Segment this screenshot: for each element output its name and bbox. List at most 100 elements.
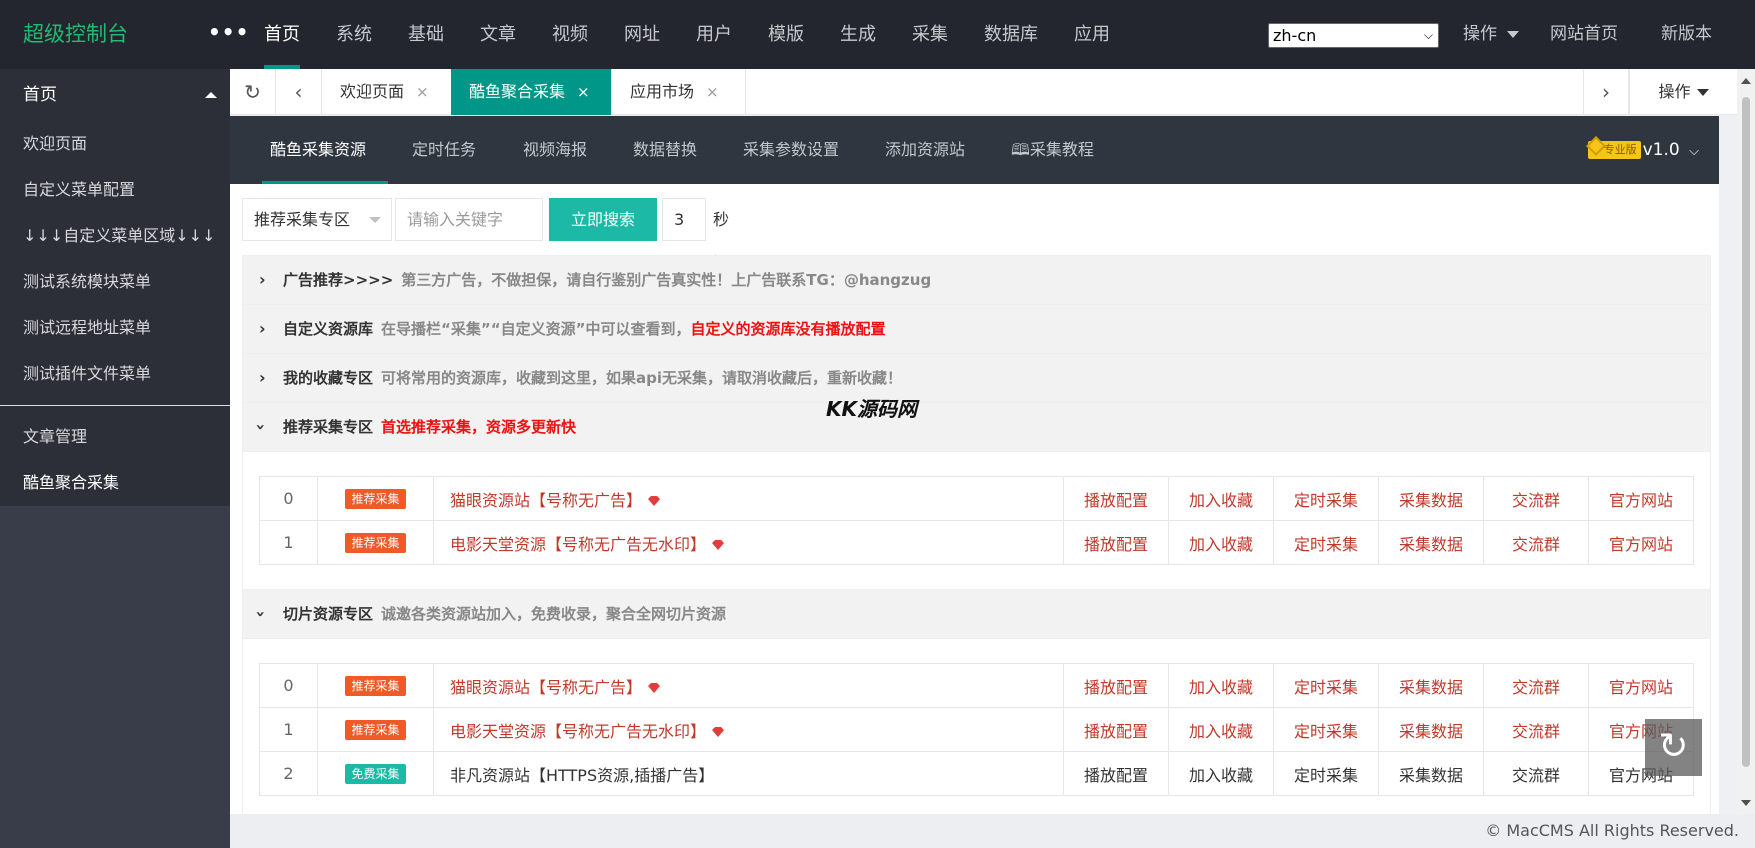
schedule-collect-link[interactable]: 定时采集	[1273, 663, 1379, 708]
subnav-scheduled[interactable]: 定时任务	[412, 116, 476, 184]
site-home-link[interactable]: 网站首页	[1550, 0, 1618, 69]
sidebar-item-custom-menu-area[interactable]: ↓↓↓自定义菜单区域↓↓↓	[0, 213, 230, 259]
scroll-down-icon[interactable]	[1741, 800, 1751, 806]
sidebar-item-test-plugin-file[interactable]: 测试插件文件菜单	[0, 351, 230, 405]
close-icon[interactable]: ×	[416, 83, 429, 101]
new-version-link[interactable]: 新版本	[1661, 0, 1712, 69]
caret-up-icon	[205, 92, 217, 98]
tabs-ops-label: 操作	[1658, 82, 1691, 101]
top-nav-system[interactable]: 系统	[318, 0, 390, 69]
tab-welcome[interactable]: 欢迎页面 ×	[322, 69, 452, 115]
collect-data-link[interactable]: 采集数据	[1378, 520, 1484, 565]
top-ops-menu[interactable]: 操作	[1463, 0, 1519, 69]
collect-data-link[interactable]: 采集数据	[1378, 476, 1484, 521]
sidebar-head-home[interactable]: 首页	[0, 69, 230, 121]
official-site-link[interactable]: 官方网站	[1588, 663, 1694, 708]
group-link[interactable]: 交流群	[1483, 663, 1589, 708]
top-nav-article[interactable]: 文章	[462, 0, 534, 69]
play-config-link[interactable]: 播放配置	[1063, 751, 1169, 796]
group-link[interactable]: 交流群	[1483, 707, 1589, 752]
section-desc: 在导播栏“采集”“自定义资源”中可以查看到，	[381, 320, 691, 338]
zone-select[interactable]: 推荐采集专区	[242, 198, 392, 241]
resource-name: 猫眼资源站【号称无广告】	[450, 490, 643, 510]
version-menu[interactable]: 专业版 v1.0 ⌵	[1585, 116, 1699, 184]
sidebar-item-test-remote-url[interactable]: 测试远程地址菜单	[0, 305, 230, 351]
language-select[interactable]: zh-cn ⌵	[1268, 23, 1439, 48]
sidebar-item-article-manage[interactable]: 文章管理	[0, 414, 230, 460]
row-index: 1	[259, 520, 318, 565]
top-nav-generate[interactable]: 生成	[822, 0, 894, 69]
add-favorite-link[interactable]: 加入收藏	[1168, 520, 1274, 565]
top-nav-basic[interactable]: 基础	[390, 0, 462, 69]
official-site-link[interactable]: 官方网站	[1588, 476, 1694, 521]
chevron-right-icon[interactable]: ›	[1583, 69, 1629, 115]
add-favorite-link[interactable]: 加入收藏	[1168, 751, 1274, 796]
schedule-collect-link[interactable]: 定时采集	[1273, 751, 1379, 796]
refresh-icon[interactable]: ↻	[230, 69, 276, 115]
top-nav-apps[interactable]: 应用	[1056, 0, 1128, 69]
app-logo[interactable]: 超级控制台	[23, 0, 128, 69]
collect-data-link[interactable]: 采集数据	[1378, 751, 1484, 796]
play-config-link[interactable]: 播放配置	[1063, 707, 1169, 752]
more-icon[interactable]: •••	[208, 0, 249, 69]
section-recommend[interactable]: › 推荐采集专区 首选推荐采集，资源多更新快	[243, 403, 1710, 452]
tab-app-market[interactable]: 应用市场 ×	[612, 69, 746, 115]
sidebar-item-custom-menu-config[interactable]: 自定义菜单配置	[0, 167, 230, 213]
play-config-link[interactable]: 播放配置	[1063, 476, 1169, 521]
top-nav-user[interactable]: 用户	[678, 0, 750, 69]
table-row: 0 推荐采集 猫眼资源站【号称无广告】 播放配置 加入收藏 定时采集 采集数据 …	[259, 476, 1694, 521]
scroll-up-icon[interactable]	[1741, 78, 1751, 84]
schedule-collect-link[interactable]: 定时采集	[1273, 476, 1379, 521]
chevron-right-icon: ›	[259, 368, 266, 387]
chevron-down-icon: ›	[251, 610, 271, 618]
top-nav-home[interactable]: 首页	[246, 0, 318, 69]
add-favorite-link[interactable]: 加入收藏	[1168, 476, 1274, 521]
collect-data-link[interactable]: 采集数据	[1378, 707, 1484, 752]
scrollbar-thumb[interactable]	[1742, 97, 1750, 767]
resource-name-cell[interactable]: 电影天堂资源【号称无广告无水印】	[433, 707, 1064, 752]
resource-name-cell[interactable]: 非凡资源站【HTTPS资源,插播广告】	[433, 751, 1064, 796]
search-button[interactable]: 立即搜索	[549, 198, 657, 241]
sidebar-item-kuyu-collect[interactable]: 酷鱼聚合采集	[0, 460, 230, 506]
play-config-link[interactable]: 播放配置	[1063, 520, 1169, 565]
tab-kuyu-collect[interactable]: 酷鱼聚合采集 ×	[451, 69, 612, 115]
subnav-resources[interactable]: 酷鱼采集资源	[261, 116, 389, 184]
sidebar-item-welcome[interactable]: 欢迎页面	[0, 121, 230, 167]
schedule-collect-link[interactable]: 定时采集	[1273, 707, 1379, 752]
add-favorite-link[interactable]: 加入收藏	[1168, 707, 1274, 752]
top-nav-database[interactable]: 数据库	[966, 0, 1056, 69]
top-nav-template[interactable]: 模版	[750, 0, 822, 69]
subnav-params[interactable]: 采集参数设置	[743, 116, 839, 184]
section-ads[interactable]: › 广告推荐>>>> 第三方广告，不做担保，请自行鉴别广告真实性！上广告联系TG：…	[243, 256, 1710, 305]
interval-input[interactable]: 3	[662, 198, 706, 241]
add-favorite-link[interactable]: 加入收藏	[1168, 663, 1274, 708]
top-nav-url[interactable]: 网址	[606, 0, 678, 69]
close-icon[interactable]: ×	[577, 83, 590, 101]
sidebar-item-test-system-module[interactable]: 测试系统模块菜单	[0, 259, 230, 305]
official-site-link[interactable]: 官方网站	[1588, 520, 1694, 565]
resource-name-cell[interactable]: 猫眼资源站【号称无广告】	[433, 663, 1064, 708]
subnav-poster[interactable]: 视频海报	[523, 116, 587, 184]
play-config-link[interactable]: 播放配置	[1063, 663, 1169, 708]
resource-name-cell[interactable]: 猫眼资源站【号称无广告】	[433, 476, 1064, 521]
group-link[interactable]: 交流群	[1483, 520, 1589, 565]
top-nav-video[interactable]: 视频	[534, 0, 606, 69]
subnav-tutorial[interactable]: 🕮采集教程	[1011, 116, 1094, 184]
section-custom-lib[interactable]: › 自定义资源库 在导播栏“采集”“自定义资源”中可以查看到，自定义的资源库没有播…	[243, 305, 1710, 354]
close-icon[interactable]: ×	[706, 83, 719, 101]
keyword-input[interactable]	[395, 198, 543, 241]
collect-data-link[interactable]: 采集数据	[1378, 663, 1484, 708]
resource-name-cell[interactable]: 电影天堂资源【号称无广告无水印】	[433, 520, 1064, 565]
refresh-icon[interactable]: ↻	[1645, 719, 1702, 776]
subnav-add-site[interactable]: 添加资源站	[885, 116, 965, 184]
chevron-left-icon[interactable]: ‹	[276, 69, 322, 115]
section-favorites[interactable]: › 我的收藏专区 可将常用的资源库，收藏到这里，如果api无采集，请取消收藏后，重…	[243, 354, 1710, 403]
subnav-replace[interactable]: 数据替换	[633, 116, 697, 184]
section-slice[interactable]: › 切片资源专区 诚邀各类资源站加入，免费收录，聚合全网切片资源	[243, 590, 1710, 639]
group-link[interactable]: 交流群	[1483, 751, 1589, 796]
top-nav-collect[interactable]: 采集	[894, 0, 966, 69]
group-link[interactable]: 交流群	[1483, 476, 1589, 521]
schedule-collect-link[interactable]: 定时采集	[1273, 520, 1379, 565]
tabs-ops-menu[interactable]: 操作	[1629, 69, 1737, 115]
page-scrollbar[interactable]	[1737, 69, 1755, 814]
